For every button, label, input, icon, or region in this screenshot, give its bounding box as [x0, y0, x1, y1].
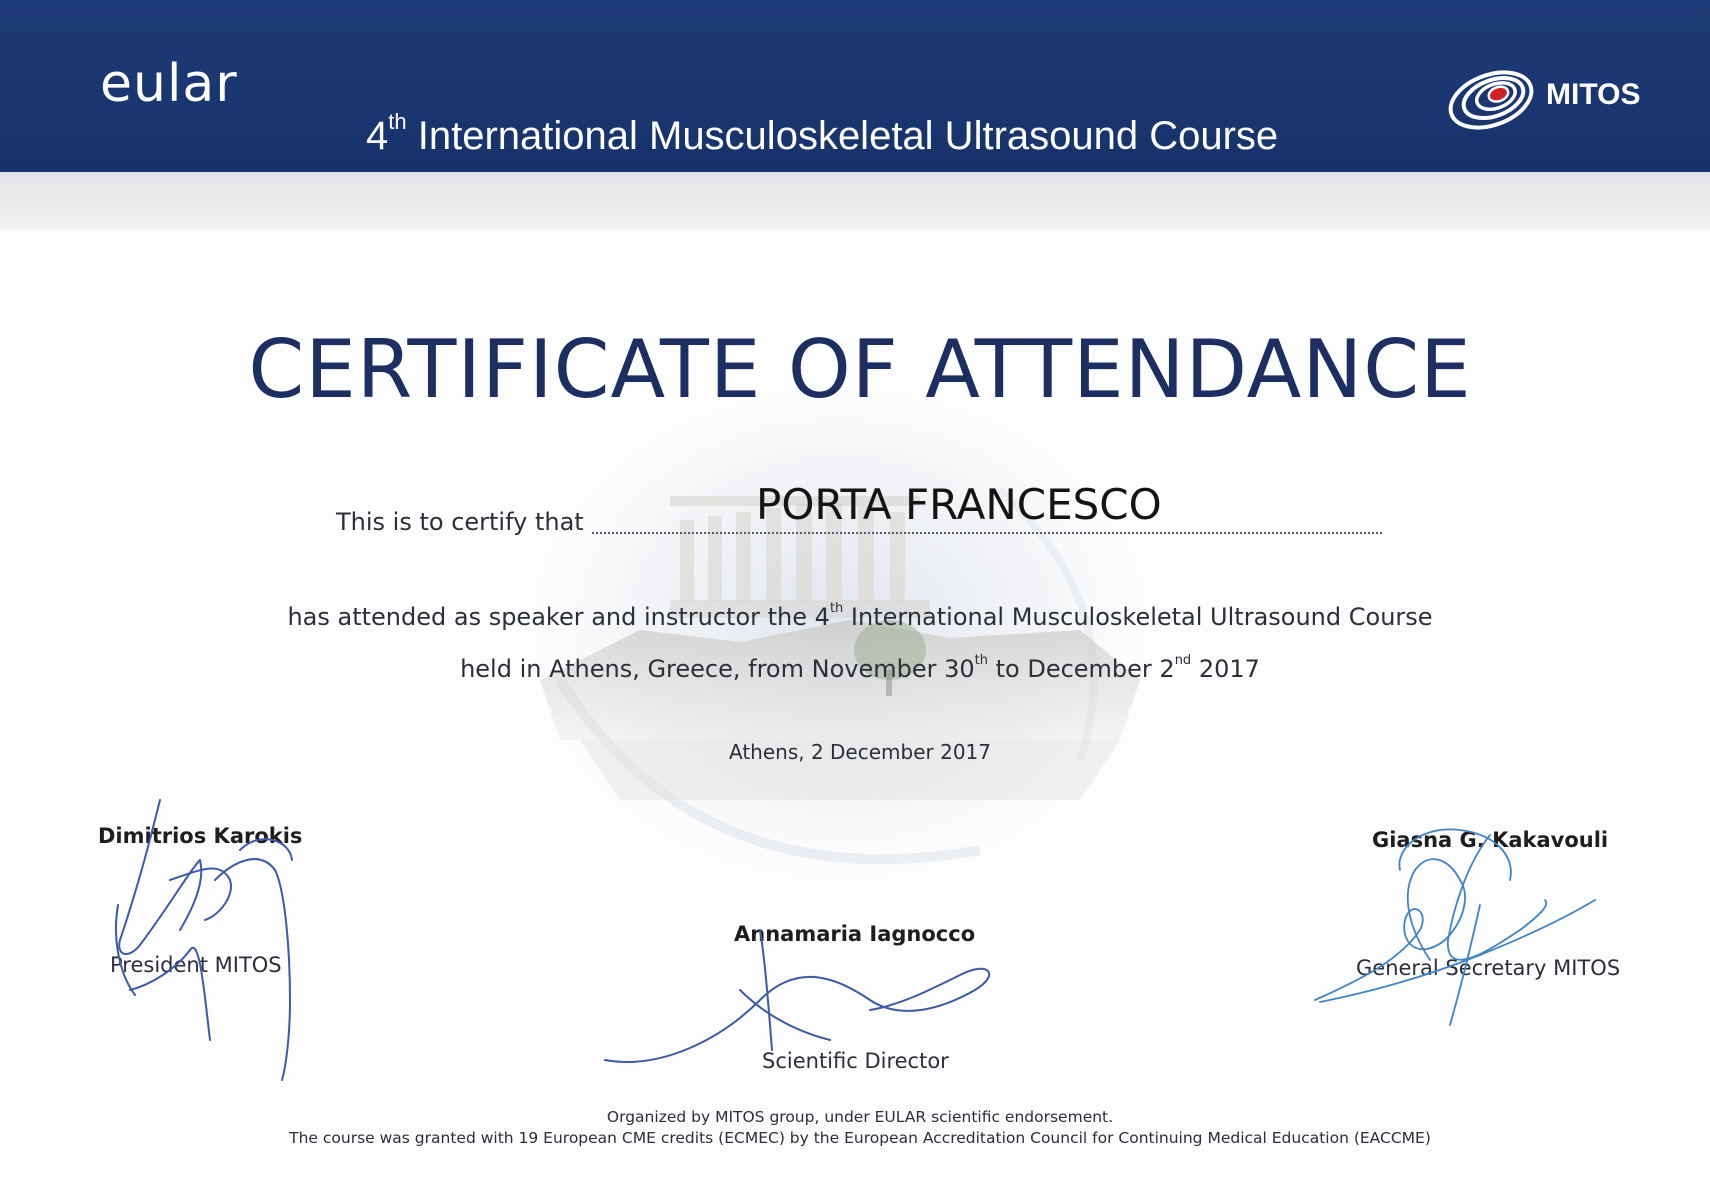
signatory-middle-role: Scientific Director	[762, 1049, 949, 1073]
place-and-date: Athens, 2 December 2017	[728, 740, 991, 764]
signatory-left-name: Dimitrios Karokis	[98, 824, 303, 848]
name-dotted-line	[592, 532, 1382, 534]
attendance-statement-ordinal: th	[829, 601, 844, 616]
temple-watermark	[530, 390, 1150, 890]
course-title: 4th International Musculoskeletal Ultras…	[366, 110, 1279, 158]
signature-middle	[604, 929, 990, 1063]
event-dates-ordinal-2: nd	[1174, 653, 1192, 668]
event-dates-part-b: to December 2	[987, 655, 1175, 683]
event-dates-part-c: 2017	[1191, 655, 1260, 683]
eular-logo: eular	[100, 54, 238, 114]
header-stripe	[0, 172, 1710, 230]
attendance-statement-part-b: International Musculoskeletal Ultrasound…	[843, 603, 1433, 631]
signatory-right-role: General Secretary MITOS	[1356, 956, 1621, 980]
event-dates-part-a: held in Athens, Greece, from November 30	[460, 655, 975, 683]
course-title-number: 4	[366, 114, 389, 158]
footer-cme-note: The course was granted with 19 European …	[289, 1129, 1431, 1147]
mitos-wordmark: MITOS	[1546, 78, 1641, 111]
attendance-statement: has attended as speaker and instructor t…	[0, 602, 1710, 631]
footer-organizer-note: Organized by MITOS group, under EULAR sc…	[606, 1108, 1114, 1126]
certificate-page: eular 4th International Musculoskeletal …	[0, 0, 1710, 1200]
recipient-name: PORTA FRANCESCO	[756, 480, 1162, 529]
certify-label: This is to certify that	[336, 508, 584, 536]
certificate-title: CERTIFICATE OF ATTENDANCE	[248, 323, 1472, 416]
mitos-logo: MITOS	[1446, 64, 1640, 134]
event-dates-ordinal-1: th	[974, 653, 988, 668]
attendance-statement-part-a: has attended as speaker and instructor t…	[287, 603, 830, 631]
signatory-middle-name: Annamaria Iagnocco	[734, 922, 976, 946]
signature-right	[1314, 828, 1596, 1026]
signatory-left-role: President MITOS	[110, 953, 282, 977]
event-dates-statement: held in Athens, Greece, from November 30…	[0, 654, 1710, 683]
course-title-ordinal: th	[388, 108, 407, 134]
concentric-ellipses-icon	[1448, 70, 1534, 130]
signatory-right-name: Giasna G. Kakavouli	[1372, 828, 1609, 852]
course-title-text: International Musculoskeletal Ultrasound…	[406, 114, 1279, 158]
